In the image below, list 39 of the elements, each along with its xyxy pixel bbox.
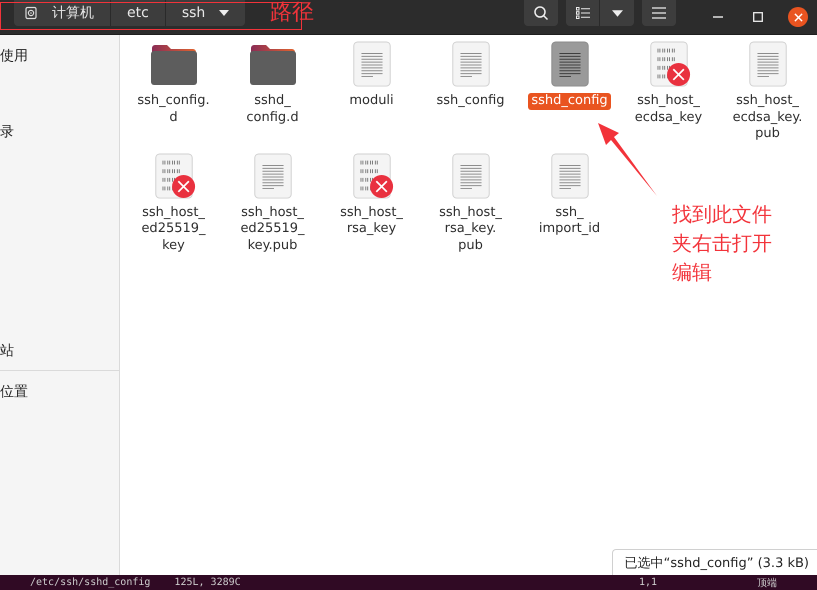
path-segment[interactable]: etc — [111, 0, 166, 26]
drive-icon — [24, 6, 38, 20]
selection-status: 已选中“sshd_config” (3.3 kB) — [612, 549, 817, 575]
sidebar-item[interactable]: 录 — [0, 123, 119, 143]
list-icon — [576, 7, 590, 19]
file-name[interactable]: ssh_host_ rsa_key. pub — [436, 204, 505, 254]
menu-icon — [652, 7, 666, 19]
view-options-button[interactable] — [600, 0, 634, 26]
file-name[interactable]: ssh_config. d — [134, 93, 213, 126]
close-button[interactable] — [788, 7, 808, 27]
sidebar-item[interactable]: 使用 — [0, 47, 119, 67]
annotation-note: 找到此文件 夹右击打开 编辑 — [672, 201, 772, 286]
terminal-file-info: 125L, 3289C — [174, 577, 241, 588]
file-name[interactable]: sshd_ config.d — [243, 93, 302, 126]
path-segment[interactable]: 计算机 — [14, 0, 111, 26]
caret-icon — [612, 10, 622, 16]
search-button[interactable] — [524, 0, 558, 26]
file-name[interactable]: moduli — [346, 93, 397, 110]
path-segment[interactable]: ssh — [166, 0, 246, 26]
file-name[interactable]: ssh_host_ ed25519_ key.pub — [237, 204, 308, 254]
file-name[interactable]: ssh_host_ ecdsa_key. pub — [730, 93, 806, 142]
minimize-icon — [713, 16, 723, 18]
file-name[interactable]: sshd_config — [528, 93, 611, 110]
terminal-cursor-position: 1,1 — [638, 577, 657, 588]
list-view-button[interactable] — [566, 0, 600, 26]
sidebar-item[interactable]: 站 — [0, 342, 119, 362]
sidebar-item[interactable]: 位置 — [0, 383, 119, 403]
file-name[interactable]: ssh_host_ rsa_key — [337, 204, 406, 238]
close-icon — [794, 12, 802, 22]
file-name[interactable]: ssh_ import_id — [536, 204, 604, 238]
file-name[interactable]: ssh_host_ ecdsa_key — [632, 93, 706, 126]
maximize-icon — [753, 12, 763, 22]
caret-icon — [219, 10, 230, 16]
file-name[interactable]: ssh_config — [433, 93, 508, 110]
terminal-file-path: /etc/ssh/sshd_config — [30, 577, 150, 588]
terminal-scroll-position: 顶端 — [757, 576, 777, 590]
search-icon — [533, 5, 549, 21]
file-name[interactable]: ssh_host_ ed25519_ key — [138, 204, 209, 254]
menu-button[interactable] — [642, 0, 676, 26]
